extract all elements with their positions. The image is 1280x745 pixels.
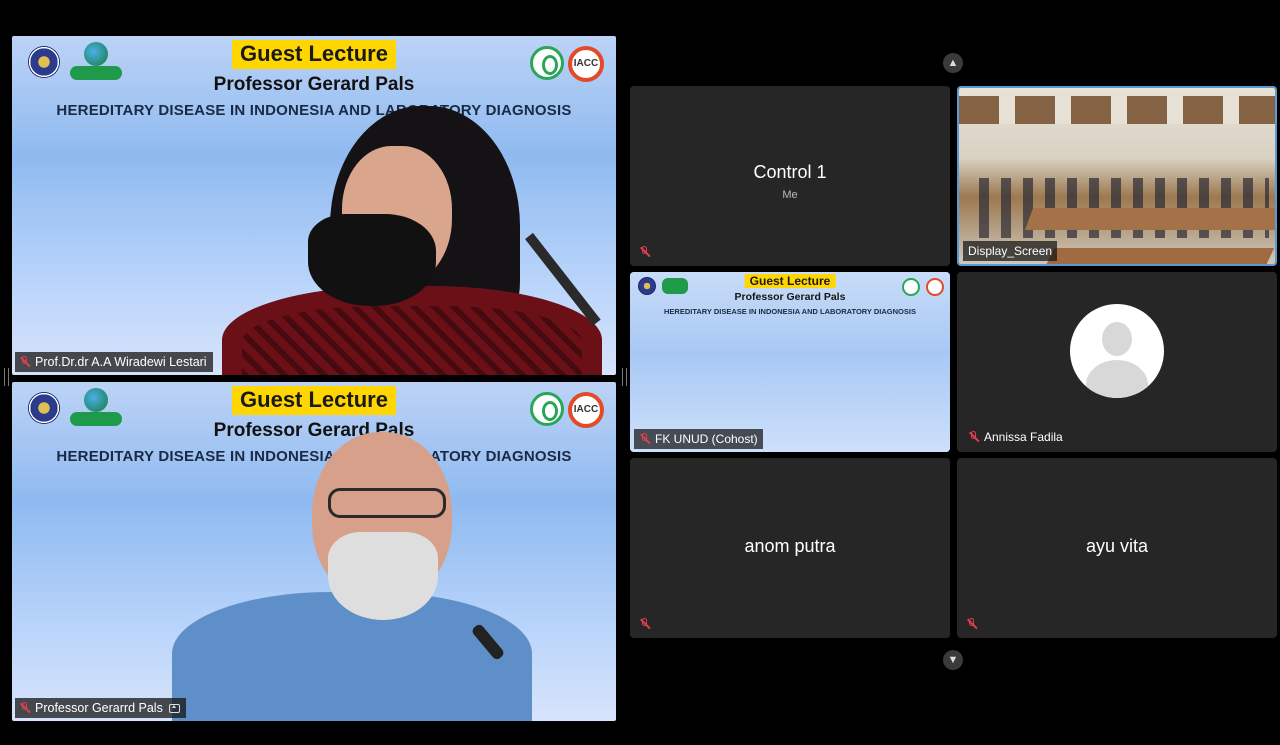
user-icon [1102,322,1132,356]
participant-name: anom putra [744,536,836,556]
mic-muted-icon [639,433,651,445]
mic-muted-icon [19,356,31,368]
slide-thumbnail: Guest Lecture Professor Gerard Pals HERE… [630,272,950,452]
gallery-tile-display-screen[interactable]: Display_Screen [957,86,1277,266]
gallery-scroll-down-button[interactable]: ▼ [943,650,963,670]
participant-name: Annissa Fadila [984,430,1063,444]
green-logo-icon [902,278,920,296]
name-tag: Display_Screen [963,241,1058,261]
mic-muted-icon [966,618,978,630]
banner-speaker: Professor Gerard Pals [213,74,415,95]
name-tag: Annissa Fadila [963,427,1068,447]
gallery-tile-control-1[interactable]: Control 1 Me [630,86,950,266]
banner-title: Guest Lecture [232,40,396,69]
gallery-tile-ayu-vita[interactable]: ayu vita [957,458,1277,638]
banner-topic: HEREDITARY DISEASE IN INDONESIA AND LABO… [56,102,572,119]
mic-muted-icon [639,246,651,258]
left-resize-handle[interactable] [4,368,9,386]
green-logo-icon [530,46,564,80]
chevron-down-icon: ▼ [947,654,959,666]
video-tile-lestari[interactable]: Guest Lecture Professor Gerard Pals HERE… [12,36,616,375]
banner-title: Guest Lecture [232,386,396,415]
classroom-video [959,88,1275,264]
mic-muted-icon [968,431,980,443]
mic-muted-icon [19,702,31,714]
name-tag: Professor Gerarrd Pals [15,698,186,718]
banner-title: Guest Lecture [744,274,836,288]
gallery-tile-fk-unud[interactable]: Guest Lecture Professor Gerard Pals HERE… [630,272,950,452]
green-logo-icon [530,392,564,426]
gallery-scroll-up-button[interactable]: ▲ [943,53,963,73]
participant-name: Control 1 [753,162,827,182]
panel-resize-handle[interactable] [622,368,627,386]
participant-name: ayu vita [1085,536,1149,556]
gallery-tile-annissa-fadila[interactable]: Annissa Fadila [957,272,1277,452]
avatar [1070,304,1164,398]
banner-speaker: Professor Gerard Pals [213,420,415,441]
mic-muted-icon [639,618,651,630]
banner-topic: HEREDITARY DISEASE IN INDONESIA AND LABO… [664,307,916,316]
name-tag: FK UNUD (Cohost) [634,429,763,449]
name-tag: Prof.Dr.dr A.A Wiradewi Lestari [15,352,213,372]
slide-banner: Guest Lecture Professor Gerard Pals HERE… [12,36,616,126]
participant-subtitle: Me [782,189,798,201]
iacc-logo-icon: IACC [568,392,604,428]
slide-banner: Guest Lecture Professor Gerard Pals HERE… [12,382,616,472]
video-tile-pals[interactable]: Guest Lecture Professor Gerard Pals HERE… [12,382,616,721]
iacc-logo-icon [926,278,944,296]
participant-name: Prof.Dr.dr A.A Wiradewi Lestari [35,355,207,369]
banner-topic: HEREDITARY DISEASE IN INDONESIA AND LABO… [56,448,572,465]
participant-name: Professor Gerarrd Pals [35,701,163,715]
iacc-logo-icon: IACC [568,46,604,82]
banner-speaker: Professor Gerard Pals [734,291,846,303]
participant-name: Display_Screen [968,244,1053,258]
participant-name: FK UNUD (Cohost) [655,432,758,446]
gallery-tile-anom-putra[interactable]: anom putra [630,458,950,638]
chevron-up-icon: ▲ [947,57,959,69]
screen-share-icon [168,703,180,713]
